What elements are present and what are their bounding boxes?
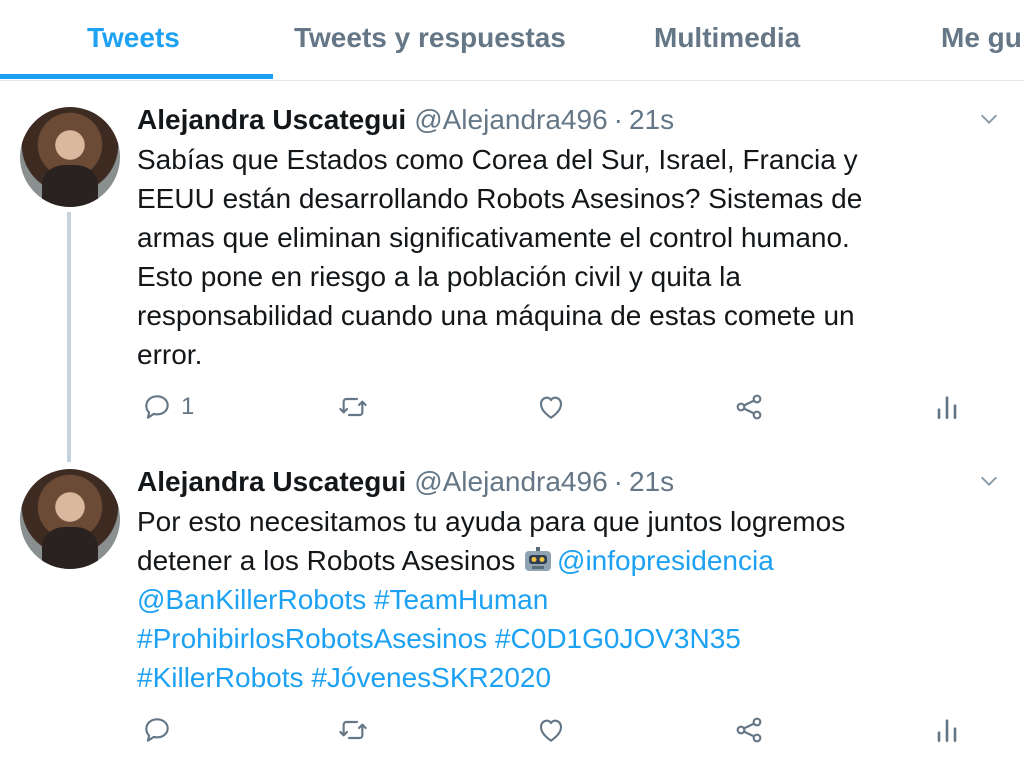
retweet-icon	[339, 720, 367, 740]
thread-line	[67, 212, 71, 462]
reply-count: 1	[181, 393, 195, 420]
tab-multimedia[interactable]: Multimedia	[654, 22, 800, 54]
tweet-line: Sabías que Estados como Corea del Sur, I…	[137, 144, 858, 175]
tweet-text-fragment: detener a los Robots Asesinos	[137, 545, 524, 576]
tweet-line: #ProhibirlosRobotsAsesinos #C0D1G0JOV3N3…	[137, 619, 957, 658]
reply-icon	[145, 395, 169, 419]
timestamp[interactable]: 21s	[629, 104, 674, 135]
tab-tweets-y-respuestas[interactable]: Tweets y respuestas	[294, 22, 566, 54]
like-button[interactable]	[535, 391, 567, 423]
tweet-line: error.	[137, 339, 203, 370]
analytics-button[interactable]	[931, 714, 963, 746]
like-button[interactable]	[535, 714, 567, 746]
hashtag-link[interactable]: #ProhibirlosRobotsAsesinos	[137, 623, 487, 654]
tweet-actions	[137, 714, 977, 754]
mention-link[interactable]: @BanKillerRobots	[137, 584, 366, 615]
tab-tweets[interactable]: Tweets	[87, 22, 180, 54]
hashtag-link[interactable]: #JóvenesSKR2020	[311, 662, 551, 693]
author-name[interactable]: Alejandra Uscategui	[137, 466, 406, 497]
tweet-line: Esto pone en riesgo a la población civil…	[137, 261, 741, 292]
profile-tabs: Tweets Tweets y respuestas Multimedia Me…	[0, 0, 1024, 81]
chevron-down-icon[interactable]	[978, 108, 1000, 130]
avatar[interactable]	[20, 107, 120, 207]
tweet-header: Alejandra Uscategui @Alejandra496 · 21s	[137, 466, 674, 498]
tweet-line: detener a los Robots Asesinos @infopresi…	[137, 541, 957, 580]
chevron-down-icon[interactable]	[978, 470, 1000, 492]
tweet-header: Alejandra Uscategui @Alejandra496 · 21s	[137, 104, 674, 136]
timestamp[interactable]: 21s	[629, 466, 674, 497]
retweet-button[interactable]	[337, 714, 369, 746]
hashtag-link[interactable]: #TeamHuman	[374, 584, 548, 615]
tweet-text: Por esto necesitamos tu ayuda para que j…	[137, 502, 957, 697]
avatar[interactable]	[20, 469, 120, 569]
share-button[interactable]	[733, 391, 765, 423]
tweet-line: armas que eliminan significativamente el…	[137, 222, 850, 253]
retweet-button[interactable]	[337, 391, 369, 423]
tweet-line: Por esto necesitamos tu ayuda para que j…	[137, 506, 846, 537]
tweet-line: responsabilidad cuando una máquina de es…	[137, 300, 855, 331]
analytics-icon	[937, 396, 957, 419]
like-icon	[539, 719, 563, 742]
tweet-line: #KillerRobots #JóvenesSKR2020	[137, 658, 957, 697]
share-button[interactable]	[733, 714, 765, 746]
hashtag-link[interactable]: #KillerRobots	[137, 662, 304, 693]
tweet-line: EEUU están desarrollando Robots Asesinos…	[137, 183, 863, 214]
robot-emoji	[525, 547, 552, 571]
tweet-line: @BanKillerRobots #TeamHuman	[137, 580, 957, 619]
analytics-icon	[937, 719, 957, 742]
active-tab-indicator	[0, 74, 273, 79]
retweet-icon	[339, 397, 367, 417]
author-handle: @Alejandra496	[414, 104, 608, 135]
share-icon	[736, 394, 762, 420]
separator: ·	[613, 104, 623, 135]
author-name[interactable]: Alejandra Uscategui	[137, 104, 406, 135]
author-handle: @Alejandra496	[414, 466, 608, 497]
tweet-actions: 1	[137, 391, 977, 431]
hashtag-link[interactable]: #C0D1G0JOV3N35	[495, 623, 741, 654]
mention-link[interactable]: @infopresidencia	[557, 545, 774, 576]
share-icon	[736, 717, 762, 743]
separator: ·	[613, 466, 623, 497]
tab-me-gusta[interactable]: Me gu	[941, 22, 1022, 54]
like-icon	[539, 396, 563, 419]
reply-button[interactable]: 1	[141, 391, 194, 423]
reply-button[interactable]	[141, 714, 181, 746]
analytics-button[interactable]	[931, 391, 963, 423]
reply-icon	[145, 718, 169, 742]
tweet-text: Sabías que Estados como Corea del Sur, I…	[137, 140, 957, 374]
